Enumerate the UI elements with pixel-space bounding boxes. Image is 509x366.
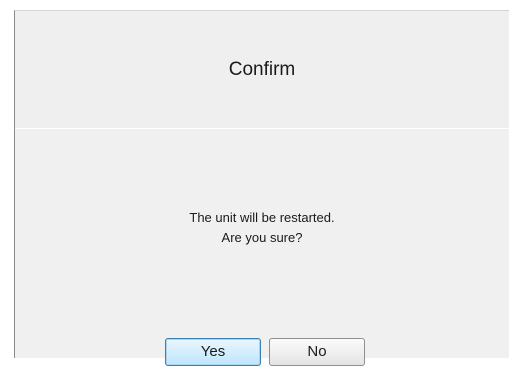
yes-button[interactable]: Yes [165,338,261,366]
confirm-dialog: Confirm The unit will be restarted. Are … [14,10,509,366]
message-line-1: The unit will be restarted. [189,210,335,225]
dialog-header: Confirm [15,11,509,129]
dialog-body: The unit will be restarted. Are you sure… [15,129,509,366]
dialog-title: Confirm [228,59,296,80]
message-line-2: Are you sure? [221,230,303,245]
no-button[interactable]: No [269,338,365,366]
dialog-message: The unit will be restarted. Are you sure… [15,208,509,248]
